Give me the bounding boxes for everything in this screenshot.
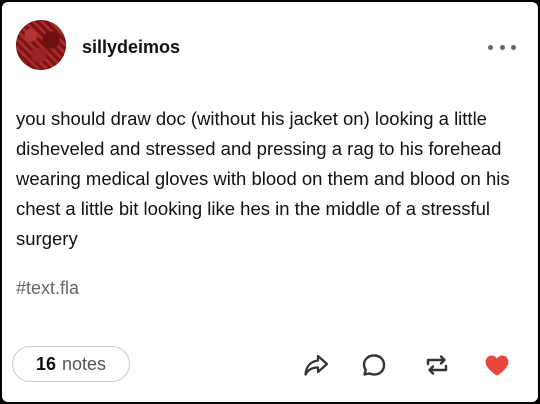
share-icon[interactable]	[301, 350, 331, 380]
dot	[499, 44, 505, 50]
more-options-icon[interactable]	[484, 38, 520, 56]
reblog-icon[interactable]	[422, 350, 452, 380]
reply-icon[interactable]	[359, 350, 389, 380]
heart-icon[interactable]	[482, 350, 512, 380]
dot	[511, 44, 516, 50]
post-card: sillydeimos you should draw doc (without…	[2, 2, 538, 402]
post-body: you should draw doc (without his jacket …	[16, 108, 510, 249]
notes-button[interactable]: 16 notes	[12, 346, 130, 382]
post-header: sillydeimos	[2, 2, 538, 92]
username[interactable]: sillydeimos	[82, 37, 180, 58]
avatar[interactable]	[16, 20, 66, 70]
post-footer: 16 notes	[2, 338, 538, 398]
post-tag[interactable]: #text.fla	[16, 278, 79, 299]
notes-count: 16	[35, 353, 56, 374]
dot	[488, 44, 493, 50]
notes-label: notes	[61, 353, 107, 374]
